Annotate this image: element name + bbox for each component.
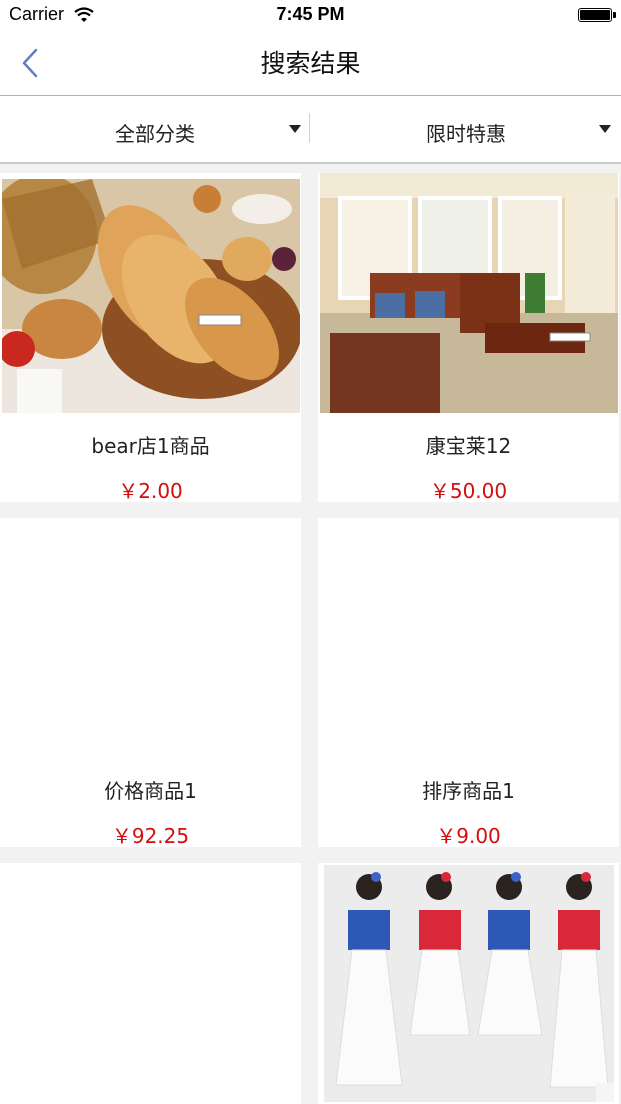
product-card[interactable] <box>318 863 619 1104</box>
filter-bar: 全部分类 限时特惠 <box>0 96 621 164</box>
clock: 7:45 PM <box>276 4 345 24</box>
product-image-dress-models <box>324 865 614 1102</box>
product-price: ￥92.25 <box>111 824 190 847</box>
category-filter-label: 全部分类 <box>115 122 195 146</box>
product-image-bread <box>2 179 300 413</box>
caret-down-icon <box>599 125 611 133</box>
product-card[interactable]: 排序商品1 ￥9.00 <box>318 518 619 847</box>
product-name: 价格商品1 <box>104 779 197 803</box>
product-card[interactable]: 康宝莱12 ￥50.00 <box>318 173 619 502</box>
promotion-filter-dropdown[interactable]: 限时特惠 <box>311 96 621 162</box>
product-name: 排序商品1 <box>422 779 515 803</box>
product-card[interactable]: bear店1商品 ￥2.00 <box>0 173 301 502</box>
navigation-bar: 搜索结果 <box>0 32 621 96</box>
product-image-living-room <box>320 173 618 413</box>
product-card[interactable]: 价格商品1 ￥92.25 <box>0 518 301 847</box>
status-bar: Carrier 7:45 PM <box>0 0 621 32</box>
product-price: ￥50.00 <box>429 479 508 502</box>
product-name: bear店1商品 <box>91 434 210 458</box>
category-filter-dropdown[interactable]: 全部分类 <box>0 96 310 162</box>
page-title: 搜索结果 <box>260 49 361 78</box>
battery-icon <box>578 8 616 22</box>
caret-down-icon <box>289 125 301 133</box>
filter-divider <box>309 113 310 143</box>
product-card[interactable] <box>0 863 301 1104</box>
promotion-filter-label: 限时特惠 <box>426 122 506 146</box>
product-name: 康宝莱12 <box>425 434 512 458</box>
product-price: ￥9.00 <box>436 824 501 847</box>
product-price: ￥2.00 <box>118 479 183 502</box>
